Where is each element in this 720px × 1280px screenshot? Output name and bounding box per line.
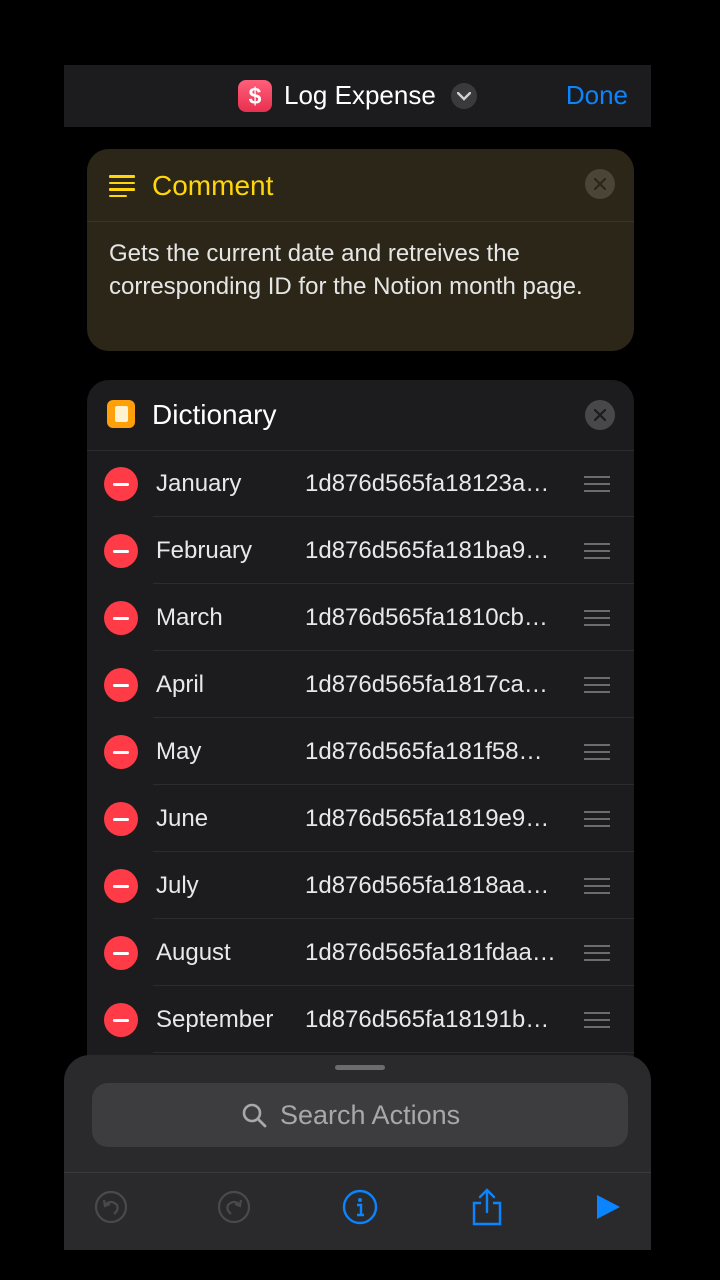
share-icon [472, 1188, 502, 1226]
dictionary-header: Dictionary [87, 380, 634, 451]
reorder-handle-icon[interactable] [584, 811, 610, 832]
actions-bottom-sheet: Search Actions [64, 1055, 651, 1250]
minus-icon [113, 750, 129, 754]
minus-icon [113, 1018, 129, 1022]
close-icon [594, 409, 606, 421]
dictionary-value[interactable]: 1d876d565fa18123a… [305, 469, 573, 499]
dictionary-row[interactable]: July 1d876d565fa1818aa… [87, 852, 634, 919]
row-divider [153, 1052, 634, 1053]
done-button[interactable]: Done [566, 79, 628, 111]
dictionary-row[interactable]: March 1d876d565fa1810cb… [87, 584, 634, 651]
nav-bar: $ Log Expense Done [64, 65, 651, 127]
editor-toolbar [64, 1172, 651, 1250]
reorder-handle-icon[interactable] [584, 1012, 610, 1033]
delete-row-button[interactable] [104, 1003, 138, 1037]
reorder-handle-icon[interactable] [584, 543, 610, 564]
reorder-handle-icon[interactable] [584, 677, 610, 698]
remove-dictionary-button[interactable] [585, 400, 615, 430]
comment-title: Comment [152, 170, 274, 201]
minus-icon [113, 683, 129, 687]
dictionary-key[interactable]: January [156, 469, 241, 499]
reorder-handle-icon[interactable] [584, 945, 610, 966]
delete-row-button[interactable] [104, 936, 138, 970]
dictionary-key[interactable]: August [156, 938, 231, 968]
text-lines-icon [109, 175, 135, 197]
shortcut-app-icon[interactable]: $ [238, 80, 272, 112]
dictionary-value[interactable]: 1d876d565fa181fdaa… [305, 938, 573, 968]
dictionary-key[interactable]: April [156, 670, 204, 700]
reorder-handle-icon[interactable] [584, 744, 610, 765]
shortcut-title[interactable]: Log Expense [284, 79, 436, 111]
dictionary-key[interactable]: May [156, 737, 201, 767]
minus-icon [113, 884, 129, 888]
dictionary-row[interactable]: February 1d876d565fa181ba9… [87, 517, 634, 584]
remove-comment-button[interactable] [585, 169, 615, 199]
redo-icon [217, 1190, 251, 1224]
dictionary-value[interactable]: 1d876d565fa1819e9… [305, 804, 573, 834]
search-placeholder: Search Actions [280, 1100, 461, 1130]
dictionary-row[interactable]: April 1d876d565fa1817ca… [87, 651, 634, 718]
chevron-down-icon[interactable] [451, 83, 477, 109]
delete-row-button[interactable] [104, 534, 138, 568]
dictionary-row[interactable]: May 1d876d565fa181f58… [87, 718, 634, 785]
close-icon [594, 178, 606, 190]
dictionary-row[interactable]: September 1d876d565fa18191b… [87, 986, 634, 1053]
sheet-grabber[interactable] [335, 1065, 385, 1070]
reorder-handle-icon[interactable] [584, 476, 610, 497]
delete-row-button[interactable] [104, 802, 138, 836]
minus-icon [113, 817, 129, 821]
comment-header: Comment [87, 149, 634, 222]
dictionary-key[interactable]: March [156, 603, 223, 633]
dictionary-icon [107, 400, 135, 428]
dictionary-value[interactable]: 1d876d565fa181f58… [305, 737, 573, 767]
delete-row-button[interactable] [104, 601, 138, 635]
dictionary-value[interactable]: 1d876d565fa1810cb… [305, 603, 573, 633]
info-button[interactable] [340, 1187, 380, 1227]
shortcut-editor: $ Log Expense Done Comment Gets the curr… [64, 65, 651, 1250]
undo-icon [94, 1190, 128, 1224]
redo-button[interactable] [214, 1187, 254, 1227]
play-icon [597, 1195, 620, 1219]
info-icon [342, 1189, 378, 1225]
delete-row-button[interactable] [104, 668, 138, 702]
search-icon [242, 1103, 267, 1128]
reorder-handle-icon[interactable] [584, 610, 610, 631]
minus-icon [113, 951, 129, 955]
dictionary-key[interactable]: July [156, 871, 199, 901]
comment-action-card[interactable]: Comment Gets the current date and retrei… [87, 149, 634, 351]
comment-text[interactable]: Gets the current date and retreives the … [109, 237, 609, 303]
dictionary-row[interactable]: August 1d876d565fa181fdaa… [87, 919, 634, 986]
minus-icon [113, 549, 129, 553]
dictionary-value[interactable]: 1d876d565fa181ba9… [305, 536, 573, 566]
dictionary-key[interactable]: September [156, 1005, 273, 1035]
undo-button[interactable] [91, 1187, 131, 1227]
search-actions-field[interactable]: Search Actions [92, 1083, 628, 1147]
dictionary-value[interactable]: 1d876d565fa18191b… [305, 1005, 573, 1035]
minus-icon [113, 482, 129, 486]
share-button[interactable] [467, 1187, 507, 1227]
dictionary-title: Dictionary [152, 399, 277, 430]
dictionary-value[interactable]: 1d876d565fa1818aa… [305, 871, 573, 901]
delete-row-button[interactable] [104, 735, 138, 769]
minus-icon [113, 616, 129, 620]
run-button[interactable] [588, 1187, 628, 1227]
dictionary-row[interactable]: June 1d876d565fa1819e9… [87, 785, 634, 852]
dictionary-key[interactable]: June [156, 804, 208, 834]
dictionary-value[interactable]: 1d876d565fa1817ca… [305, 670, 573, 700]
reorder-handle-icon[interactable] [584, 878, 610, 899]
dictionary-key[interactable]: February [156, 536, 252, 566]
dictionary-row[interactable]: January 1d876d565fa18123a… [87, 450, 634, 517]
delete-row-button[interactable] [104, 467, 138, 501]
delete-row-button[interactable] [104, 869, 138, 903]
